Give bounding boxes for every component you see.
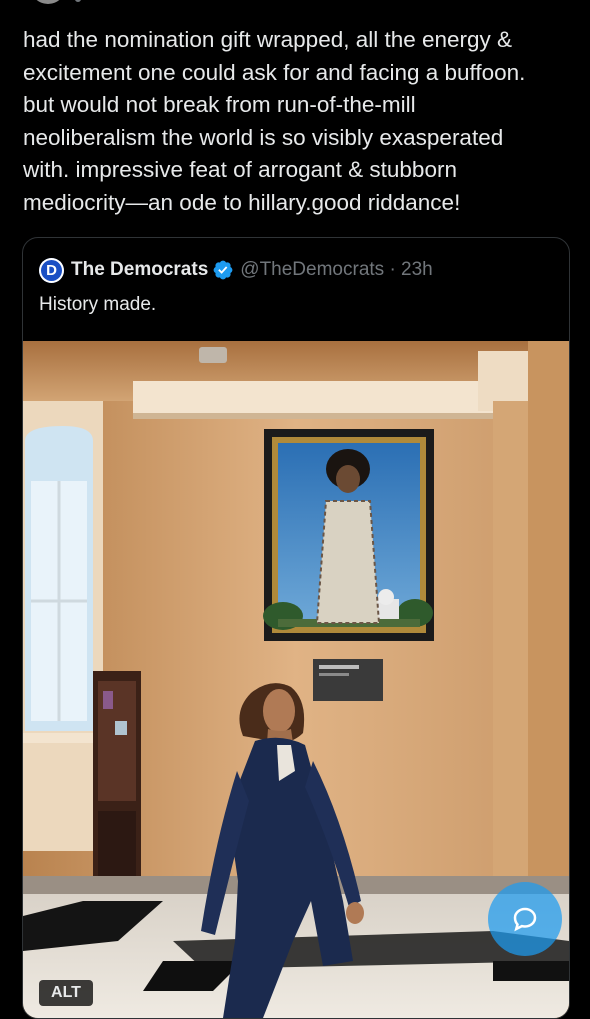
reply-icon	[513, 907, 537, 932]
previous-avatar[interactable]	[30, 0, 66, 4]
more-dot	[75, 0, 81, 2]
quoted-post-text: History made.	[39, 294, 157, 315]
verified-badge-icon	[213, 260, 233, 280]
quoted-author-name[interactable]: The Democrats	[71, 259, 208, 281]
compose-reply-button[interactable]	[488, 882, 562, 956]
democrats-logo[interactable]: D	[39, 257, 64, 283]
logo-letter: D	[46, 261, 57, 279]
quoted-post[interactable]: D The Democrats @TheDemocrats · 23h Hist…	[22, 237, 570, 1019]
quoted-handle-and-time[interactable]: @TheDemocrats · 23h	[240, 259, 432, 281]
post-text: had the nomination gift wrapped, all the…	[23, 27, 526, 215]
quoted-post-header: D The Democrats @TheDemocrats · 23h	[39, 257, 433, 283]
alt-text-badge[interactable]: ALT	[39, 980, 93, 1006]
